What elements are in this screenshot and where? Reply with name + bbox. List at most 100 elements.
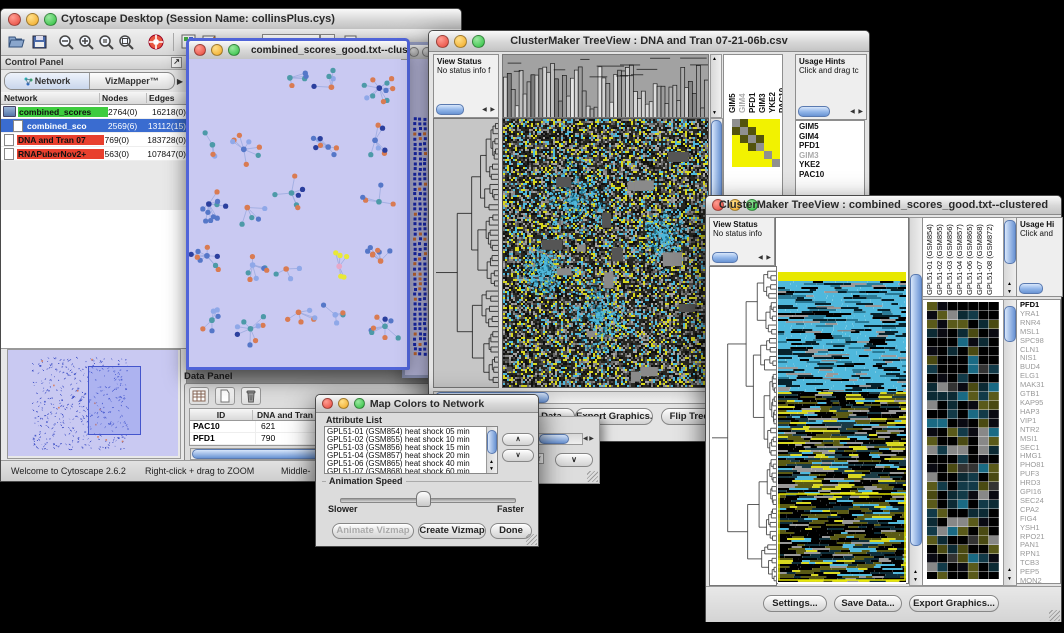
scroll-down-icon[interactable]: ▼ bbox=[489, 466, 494, 472]
tv2-resize-grip[interactable] bbox=[1049, 610, 1060, 621]
network-view-titlebar[interactable]: combined_scores_good.txt--cluste... bbox=[189, 41, 407, 60]
tv2-vscrollbar[interactable]: ▲ ▼ bbox=[909, 217, 923, 586]
network-name[interactable]: combined_sco bbox=[26, 121, 108, 131]
tab-vizmapper[interactable]: VizMapper™ bbox=[90, 73, 174, 89]
create-vizmap-button[interactable]: Create Vizmap bbox=[418, 523, 486, 539]
matrix-cell[interactable] bbox=[772, 159, 780, 167]
close-button[interactable] bbox=[8, 13, 21, 26]
main-titlebar[interactable]: Cytoscape Desktop (Session Name: collins… bbox=[1, 9, 461, 30]
col-edges[interactable]: Edges bbox=[147, 93, 186, 103]
tv1-gene-label[interactable]: GIM3 bbox=[799, 151, 864, 161]
tv1-mini-scrollbar[interactable]: ▲ ▼ bbox=[710, 54, 722, 118]
tv2-usage-scrollbar[interactable] bbox=[1019, 283, 1060, 294]
matrix-cell[interactable] bbox=[764, 159, 772, 167]
minimize-button[interactable] bbox=[211, 44, 223, 56]
tv2-vscroll-thumb[interactable] bbox=[910, 274, 922, 546]
tv1-gene-label[interactable]: GIM4 bbox=[799, 132, 864, 142]
network-tree-row[interactable]: DNA and Tran 07769(0)183728(0) bbox=[1, 133, 186, 147]
matrix-cell[interactable] bbox=[740, 151, 748, 159]
tv2-save-data-button[interactable]: Save Data... bbox=[834, 595, 902, 612]
matrix-cell[interactable] bbox=[732, 135, 740, 143]
tv1-gene-label[interactable]: PAC10 bbox=[799, 170, 864, 180]
tv2-status-scrollbar[interactable]: ◀ ▶ bbox=[712, 252, 772, 263]
scroll-up-icon[interactable]: ▲ bbox=[913, 569, 918, 575]
col-nodes[interactable]: Nodes bbox=[100, 93, 147, 103]
move-up-button[interactable]: ∧ bbox=[502, 433, 534, 446]
matrix-cell[interactable] bbox=[764, 143, 772, 151]
col-network[interactable]: Network bbox=[1, 93, 100, 103]
zoom-button[interactable] bbox=[228, 44, 240, 56]
network-tree-row[interactable]: RNAPuberNov2+563(0)107847(0) bbox=[1, 147, 186, 161]
matrix-cell[interactable] bbox=[748, 151, 756, 159]
matrix-cell[interactable] bbox=[748, 143, 756, 151]
network-tree-row[interactable]: combined_sco2569(6)13112(15) bbox=[1, 119, 186, 133]
network-name[interactable]: combined_scores bbox=[18, 107, 108, 117]
tv1-gene-label[interactable]: PFD1 bbox=[799, 141, 864, 151]
tv1-status-scrollbar[interactable]: ◀ ▶ bbox=[436, 104, 496, 115]
zoom-button[interactable] bbox=[44, 13, 57, 26]
new-attribute-icon[interactable] bbox=[215, 387, 235, 405]
fragment-hscrollbar[interactable] bbox=[537, 433, 583, 445]
matrix-cell[interactable] bbox=[772, 119, 780, 127]
tv1-column-dendrogram[interactable] bbox=[502, 54, 709, 118]
matrix-cell[interactable] bbox=[756, 119, 764, 127]
save-session-icon[interactable] bbox=[30, 33, 49, 51]
attribute-list-vscrollbar[interactable]: ▲ ▼ bbox=[486, 427, 497, 473]
scroll-left-icon[interactable]: ◀ bbox=[758, 255, 764, 261]
network-name[interactable]: RNAPuberNov2+ bbox=[17, 149, 104, 159]
matrix-cell[interactable] bbox=[732, 127, 740, 135]
tab-network[interactable]: Network bbox=[5, 73, 90, 89]
close-button[interactable] bbox=[409, 47, 419, 57]
tv1-zoom-matrix[interactable] bbox=[732, 119, 780, 167]
matrix-cell[interactable] bbox=[756, 127, 764, 135]
scroll-up-icon[interactable]: ▲ bbox=[489, 459, 494, 465]
matrix-cell[interactable] bbox=[732, 159, 740, 167]
matrix-cell[interactable] bbox=[732, 143, 740, 151]
slider-thumb[interactable] bbox=[416, 491, 431, 507]
fragment-resize-grip[interactable] bbox=[587, 471, 598, 482]
treeview1-titlebar[interactable]: ClusterMaker TreeView : DNA and Tran 07-… bbox=[429, 31, 869, 52]
tv2-zoom-heatmap[interactable] bbox=[927, 302, 999, 579]
matrix-cell[interactable] bbox=[764, 119, 772, 127]
tv2-export-graphics-button[interactable]: Export Graphics... bbox=[909, 595, 999, 612]
scroll-thumb[interactable] bbox=[712, 252, 738, 263]
matrix-cell[interactable] bbox=[732, 151, 740, 159]
scroll-down-icon[interactable]: ▼ bbox=[712, 110, 717, 116]
matrix-cell[interactable] bbox=[740, 143, 748, 151]
tv1-heatmap[interactable] bbox=[502, 118, 709, 388]
zoom-out-icon[interactable] bbox=[57, 33, 77, 52]
tv1-gene-label[interactable]: GIM5 bbox=[799, 122, 864, 132]
tv2-gene-list[interactable]: PFD1YRA1RNR4MSL1SPC98CLN1NIS1BUD4ELG1MAK… bbox=[1016, 299, 1061, 584]
scroll-thumb[interactable] bbox=[1004, 220, 1016, 264]
zoom-selected-icon[interactable] bbox=[97, 33, 117, 52]
tv1-row-dendrogram[interactable] bbox=[433, 118, 499, 388]
scroll-right-icon[interactable]: ▶ bbox=[766, 255, 772, 261]
matrix-cell[interactable] bbox=[764, 135, 772, 143]
float-panel-icon[interactable]: ↗ bbox=[171, 57, 182, 68]
tv2-collabel-scrollbar[interactable]: ▲ ▼ bbox=[1003, 217, 1017, 297]
help-lifesaver-icon[interactable] bbox=[147, 33, 167, 52]
matrix-cell[interactable] bbox=[772, 127, 780, 135]
move-down-button[interactable]: ∨ bbox=[502, 449, 534, 462]
scroll-right-icon[interactable]: ▶ bbox=[490, 107, 496, 113]
matrix-cell[interactable] bbox=[740, 127, 748, 135]
matrix-cell[interactable] bbox=[748, 135, 756, 143]
attribute-scroll-thumb[interactable] bbox=[487, 430, 497, 454]
scroll-thumb[interactable] bbox=[436, 104, 464, 115]
scroll-up-icon[interactable]: ▲ bbox=[712, 56, 717, 62]
fragment-hscroll-thumb[interactable] bbox=[539, 434, 569, 444]
matrix-cell[interactable] bbox=[756, 135, 764, 143]
scroll-left-icon[interactable]: ◀ bbox=[482, 107, 488, 113]
dialog-titlebar[interactable]: Map Colors to Network bbox=[316, 395, 538, 413]
network-tree-row[interactable]: combined_scores2764(0)16218(0) bbox=[1, 105, 186, 119]
dp-col-id[interactable]: ID bbox=[190, 410, 253, 420]
scroll-right-icon[interactable]: ▶ bbox=[858, 109, 864, 115]
matrix-cell[interactable] bbox=[756, 151, 764, 159]
tv1-gene-label[interactable]: YKE2 bbox=[799, 160, 864, 170]
fragment-down-button[interactable]: ∨ bbox=[555, 453, 593, 467]
minimize-button[interactable] bbox=[26, 13, 39, 26]
attribute-table-icon[interactable] bbox=[189, 387, 209, 405]
close-button[interactable] bbox=[194, 44, 206, 56]
scroll-thumb[interactable] bbox=[1019, 283, 1043, 294]
matrix-cell[interactable] bbox=[732, 119, 740, 127]
